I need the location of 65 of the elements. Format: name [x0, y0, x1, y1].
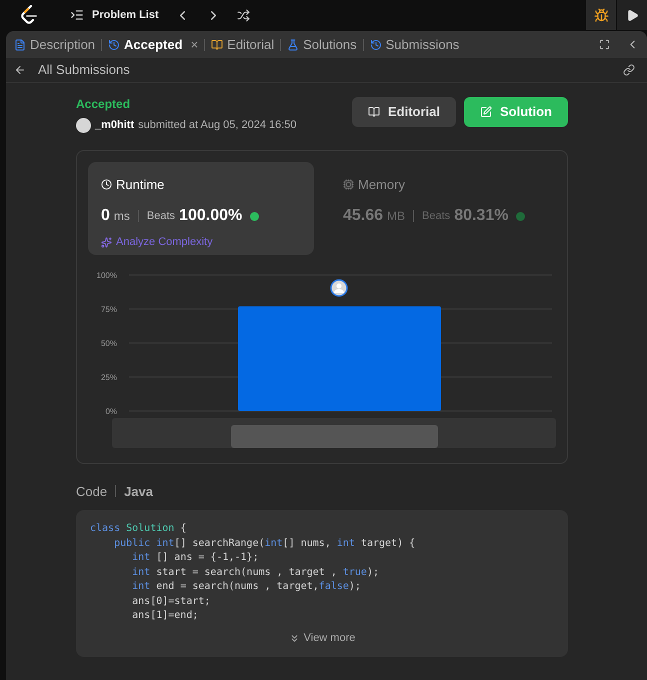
username[interactable]: _m0hitt	[95, 117, 134, 134]
metric-value: 0	[101, 206, 110, 226]
metric-value: 45.66	[343, 206, 384, 226]
metric-card[interactable]: Runtime 0 ms Beats 100.00% Analyze Complexity	[88, 162, 314, 254]
status-text: Accepted	[76, 96, 132, 113]
code-line: class Solution {	[90, 522, 188, 536]
beats-label: Beats	[146, 208, 176, 224]
back-arrow-icon[interactable]	[14, 64, 26, 76]
code-line: ans[0]=start;	[131, 594, 212, 608]
bug-icon	[594, 8, 608, 22]
metric-card[interactable]: Memory 45.66 MB Beats 80.31%	[330, 162, 556, 254]
tab-icon	[14, 38, 26, 50]
beats-icon	[250, 212, 260, 220]
code-line: int end = search(nums , target,false);	[131, 580, 362, 594]
metric-title: Memory	[358, 176, 405, 194]
play-icon	[626, 8, 638, 22]
axis-tick-label: 100%	[96, 270, 117, 280]
logo-icon[interactable]	[20, 5, 38, 25]
view-more-button[interactable]: View more	[288, 630, 356, 646]
sparkle-icon	[101, 236, 112, 248]
code-line: int [] ans = {-1,-1};	[131, 551, 260, 565]
metric-unit: MB	[387, 208, 406, 225]
tab-icon	[108, 38, 120, 50]
shuffle-icon[interactable]	[236, 8, 250, 22]
user-avatar	[76, 118, 91, 133]
axis-tick-label: 75%	[100, 304, 117, 314]
tab-icon	[287, 38, 300, 50]
code-line: ans[1]=end;	[131, 609, 200, 623]
all-submissions-link[interactable]: All Submissions	[38, 60, 130, 80]
metric-unit: ms	[114, 208, 130, 225]
problem-list-link[interactable]: Problem List	[92, 6, 159, 24]
language-label: Java	[124, 482, 153, 500]
maximize-icon[interactable]	[599, 39, 610, 50]
edit-icon	[480, 106, 492, 118]
close-tab-icon[interactable]: ×	[190, 34, 198, 54]
tab[interactable]: Description	[14, 34, 96, 54]
link-icon[interactable]	[623, 64, 635, 76]
beats-percent: 80.31%	[454, 206, 508, 226]
chevrons-down-icon	[288, 632, 300, 644]
metric-icon	[343, 178, 354, 190]
submitted-time: submitted at Aug 05, 2024 16:50	[138, 118, 297, 133]
tab[interactable]: Editorial	[211, 34, 274, 54]
code-heading: Code	[76, 482, 108, 500]
beats-percent: 100.00%	[179, 206, 242, 226]
metric-icon	[101, 178, 112, 190]
axis-tick-label: 0%	[105, 406, 117, 416]
code-line: public int[] searchRange(int[] nums, int target) {	[113, 536, 416, 550]
tab-icon	[370, 38, 382, 50]
beats-label: Beats	[422, 208, 450, 224]
beats-icon	[516, 212, 526, 220]
metric-title: Runtime	[116, 176, 164, 194]
run-button[interactable]	[617, 0, 647, 30]
tab[interactable]: Accepted ×	[108, 34, 198, 54]
user-avatar-icon	[330, 278, 348, 296]
tab-icon	[211, 38, 224, 50]
tab[interactable]: Submissions	[370, 34, 460, 54]
debug-button[interactable]	[586, 0, 616, 30]
axis-tick-label: 25%	[100, 372, 117, 382]
list-icon[interactable]	[70, 8, 84, 22]
axis-tick-label: 50%	[100, 338, 117, 348]
code-line: int start = search(nums , target , true);	[131, 566, 380, 580]
range-slider-window[interactable]	[231, 424, 438, 448]
tab[interactable]: Solutions	[287, 34, 357, 54]
book-icon	[368, 106, 380, 118]
editorial-button[interactable]: Editorial	[352, 97, 456, 127]
